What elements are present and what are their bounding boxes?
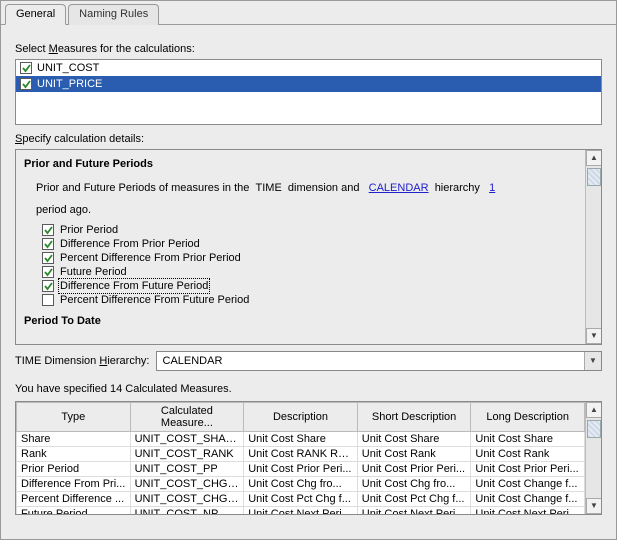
table-cell: Share bbox=[17, 432, 131, 447]
table-cell: Unit Cost Next Peri... bbox=[471, 507, 585, 515]
scroll-down-button[interactable]: ▼ bbox=[586, 498, 602, 514]
table-cell: UNIT_COST_SHARE bbox=[130, 432, 244, 447]
scroll-up-button[interactable]: ▲ bbox=[586, 150, 602, 166]
table-cell: Unit Cost Share bbox=[471, 432, 585, 447]
select-value: CALENDAR bbox=[163, 355, 223, 367]
checkbox-icon[interactable] bbox=[42, 252, 54, 264]
specify-details-label: Specify calculation details: bbox=[15, 133, 602, 145]
table-cell: Unit Cost Next Peri... bbox=[357, 507, 471, 515]
arrow-down-icon: ▼ bbox=[590, 332, 598, 340]
details-scrollbar[interactable]: ▲ ▼ bbox=[585, 150, 601, 344]
col-long-desc[interactable]: Long Description bbox=[471, 403, 585, 432]
measure-item-unit-price[interactable]: UNIT_PRICE bbox=[16, 76, 601, 92]
table-row[interactable]: Future PeriodUNIT_COST_NPUnit Cost Next … bbox=[17, 507, 585, 515]
tab-general[interactable]: General bbox=[5, 4, 66, 25]
tab-naming-rules[interactable]: Naming Rules bbox=[68, 4, 159, 25]
arrow-up-icon: ▲ bbox=[590, 154, 598, 162]
arrow-down-icon: ▼ bbox=[590, 502, 598, 510]
section-title: Prior and Future Periods bbox=[24, 158, 577, 170]
measure-item-unit-cost[interactable]: UNIT_COST bbox=[16, 60, 601, 76]
measures-listbox[interactable]: UNIT_COST UNIT_PRICE bbox=[15, 59, 602, 125]
table-cell: UNIT_COST_CHG_P... bbox=[130, 492, 244, 507]
checkbox-pct-diff-future[interactable]: Percent Difference From Future Period bbox=[42, 294, 577, 306]
arrow-up-icon: ▲ bbox=[590, 406, 598, 414]
table-cell: Unit Cost Chg fro... bbox=[357, 477, 471, 492]
table-cell: Prior Period bbox=[17, 462, 131, 477]
table-cell: Unit Cost Share bbox=[244, 432, 358, 447]
checkbox-label: Difference From Future Period bbox=[60, 280, 208, 292]
table-cell: Unit Cost Rank bbox=[471, 447, 585, 462]
checkbox-prior-period[interactable]: Prior Period bbox=[42, 224, 577, 236]
table-cell: Unit Cost Change f... bbox=[471, 477, 585, 492]
table-cell: Rank bbox=[17, 447, 131, 462]
hierarchy-select[interactable]: CALENDAR ▼ bbox=[156, 351, 603, 371]
checkbox-icon[interactable] bbox=[42, 238, 54, 250]
table-cell: UNIT_COST_PP bbox=[130, 462, 244, 477]
table-cell: Percent Difference ... bbox=[17, 492, 131, 507]
checkbox-icon[interactable] bbox=[42, 280, 54, 292]
select-dropdown-button[interactable]: ▼ bbox=[584, 352, 601, 370]
scroll-thumb[interactable] bbox=[587, 168, 601, 186]
table-cell: Unit Cost Prior Peri... bbox=[244, 462, 358, 477]
table-cell: UNIT_COST_NP bbox=[130, 507, 244, 515]
checkbox-label: Percent Difference From Prior Period bbox=[60, 252, 241, 264]
col-short-desc[interactable]: Short Description bbox=[357, 403, 471, 432]
table-cell: Unit Cost Prior Peri... bbox=[471, 462, 585, 477]
checkbox-label: Future Period bbox=[60, 266, 127, 278]
table-row[interactable]: ShareUNIT_COST_SHAREUnit Cost ShareUnit … bbox=[17, 432, 585, 447]
measure-label: UNIT_COST bbox=[37, 62, 99, 74]
checkbox-icon[interactable] bbox=[42, 224, 54, 236]
select-measures-label: Select Measures for the calculations: bbox=[15, 43, 602, 55]
table-cell: Unit Cost Prior Peri... bbox=[357, 462, 471, 477]
table-cell: Unit Cost RANK Rank bbox=[244, 447, 358, 462]
table-header-row: Type Calculated Measure... Description S… bbox=[17, 403, 585, 432]
hierarchy-link[interactable]: CALENDAR bbox=[369, 182, 429, 194]
checkbox-diff-future[interactable]: Difference From Future Period bbox=[42, 280, 577, 292]
checkbox-icon[interactable] bbox=[20, 78, 32, 90]
measure-label: UNIT_PRICE bbox=[37, 78, 102, 90]
table-cell: Unit Cost Next Peri... bbox=[244, 507, 358, 515]
table-scrollbar[interactable]: ▲ ▼ bbox=[585, 402, 601, 514]
table-cell: Unit Cost Chg fro... bbox=[244, 477, 358, 492]
tab-bar: General Naming Rules bbox=[1, 3, 616, 25]
section-paragraph-line2: period ago. bbox=[36, 202, 577, 218]
count-link[interactable]: 1 bbox=[489, 182, 495, 194]
col-description[interactable]: Description bbox=[244, 403, 358, 432]
table-cell: Unit Cost Change f... bbox=[471, 492, 585, 507]
time-dim-hierarchy-label: TIME Dimension Hierarchy: bbox=[15, 355, 150, 367]
checkbox-icon[interactable] bbox=[20, 62, 32, 74]
checkbox-label: Prior Period bbox=[60, 224, 118, 236]
col-calc-measure[interactable]: Calculated Measure... bbox=[130, 403, 244, 432]
section-paragraph: Prior and Future Periods of measures in … bbox=[36, 180, 577, 196]
checkbox-label: Difference From Prior Period bbox=[60, 238, 200, 250]
table-cell: Unit Cost Rank bbox=[357, 447, 471, 462]
details-panel: Prior and Future Periods Prior and Futur… bbox=[15, 149, 602, 345]
calculated-measures-table: Type Calculated Measure... Description S… bbox=[15, 401, 602, 515]
table-cell: Unit Cost Share bbox=[357, 432, 471, 447]
table-row[interactable]: Prior PeriodUNIT_COST_PPUnit Cost Prior … bbox=[17, 462, 585, 477]
table-cell: Unit Cost Pct Chg f... bbox=[357, 492, 471, 507]
checkbox-pct-diff-prior[interactable]: Percent Difference From Prior Period bbox=[42, 252, 577, 264]
checkbox-label: Percent Difference From Future Period bbox=[60, 294, 249, 306]
table-cell: Difference From Pri... bbox=[17, 477, 131, 492]
checkbox-future-period[interactable]: Future Period bbox=[42, 266, 577, 278]
table-row[interactable]: Difference From Pri...UNIT_COST_CHG_PPUn… bbox=[17, 477, 585, 492]
scroll-thumb[interactable] bbox=[587, 420, 601, 438]
table-cell: Future Period bbox=[17, 507, 131, 515]
checkbox-diff-prior[interactable]: Difference From Prior Period bbox=[42, 238, 577, 250]
col-type[interactable]: Type bbox=[17, 403, 131, 432]
table-row[interactable]: RankUNIT_COST_RANKUnit Cost RANK RankUni… bbox=[17, 447, 585, 462]
table-row[interactable]: Percent Difference ...UNIT_COST_CHG_P...… bbox=[17, 492, 585, 507]
checkbox-icon[interactable] bbox=[42, 266, 54, 278]
chevron-down-icon: ▼ bbox=[589, 357, 597, 365]
table-cell: UNIT_COST_RANK bbox=[130, 447, 244, 462]
table-cell: UNIT_COST_CHG_PP bbox=[130, 477, 244, 492]
scroll-down-button[interactable]: ▼ bbox=[586, 328, 602, 344]
section-title-cut: Period To Date bbox=[24, 316, 577, 326]
checkbox-icon[interactable] bbox=[42, 294, 54, 306]
summary-text: You have specified 14 Calculated Measure… bbox=[15, 383, 602, 395]
scroll-up-button[interactable]: ▲ bbox=[586, 402, 602, 418]
table-cell: Unit Cost Pct Chg f... bbox=[244, 492, 358, 507]
